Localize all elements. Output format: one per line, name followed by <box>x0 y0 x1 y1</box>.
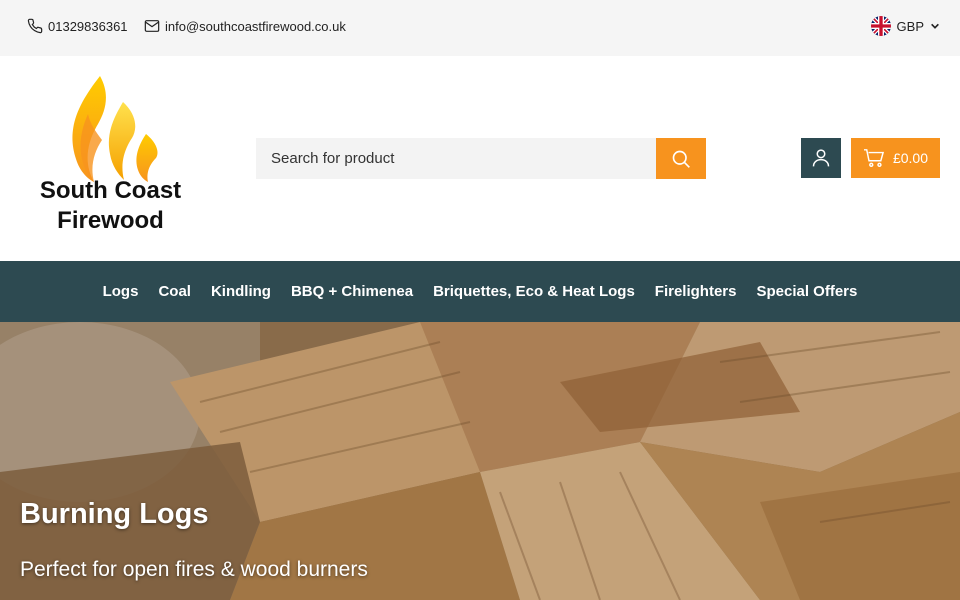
top-bar: 01329836361 info@southcoastfirewood.co.u… <box>0 0 960 56</box>
phone-number: 01329836361 <box>48 18 128 34</box>
user-icon <box>812 149 830 167</box>
cart-icon <box>863 149 885 167</box>
nav-item-bbq-chimenea[interactable]: BBQ + Chimenea <box>291 283 413 300</box>
phone-icon <box>27 18 43 34</box>
uk-flag-icon <box>870 16 891 36</box>
currency-code: GBP <box>896 18 924 34</box>
nav-item-kindling[interactable]: Kindling <box>211 283 271 300</box>
nav-item-coal[interactable]: Coal <box>158 283 191 300</box>
currency-selector[interactable]: GBP <box>870 16 940 36</box>
main-nav: Logs Coal Kindling BBQ + Chimenea Brique… <box>0 261 960 322</box>
nav-item-firelighters[interactable]: Firelighters <box>655 283 737 300</box>
email-address: info@southcoastfirewood.co.uk <box>165 18 346 34</box>
search-button[interactable] <box>656 138 706 179</box>
site-header: South Coast Firewood £0.00 <box>0 56 960 261</box>
search-bar <box>256 138 706 179</box>
cart-total: £0.00 <box>892 150 929 166</box>
nav-item-briquettes[interactable]: Briquettes, Eco & Heat Logs <box>433 283 635 300</box>
cart-button[interactable]: £0.00 <box>851 138 940 178</box>
search-input[interactable] <box>256 138 656 179</box>
mail-icon <box>144 20 160 32</box>
chevron-down-icon <box>931 23 939 29</box>
email-link[interactable]: info@southcoastfirewood.co.uk <box>144 18 346 34</box>
account-button[interactable] <box>801 138 841 178</box>
nav-item-logs[interactable]: Logs <box>103 283 139 300</box>
logo-text-line2: Firewood <box>57 207 164 234</box>
phone-link[interactable]: 01329836361 <box>27 18 128 34</box>
hero-subtitle: Perfect for open fires & wood burners <box>20 558 368 581</box>
hero-banner: Burning Logs Perfect for open fires & wo… <box>0 322 960 600</box>
hero-title: Burning Logs <box>20 498 209 530</box>
flame-logo-icon <box>72 76 158 182</box>
site-logo[interactable]: South Coast Firewood <box>28 74 198 239</box>
search-icon <box>672 150 690 168</box>
logo-text-line1: South Coast <box>39 177 182 204</box>
nav-item-special-offers[interactable]: Special Offers <box>756 283 857 300</box>
